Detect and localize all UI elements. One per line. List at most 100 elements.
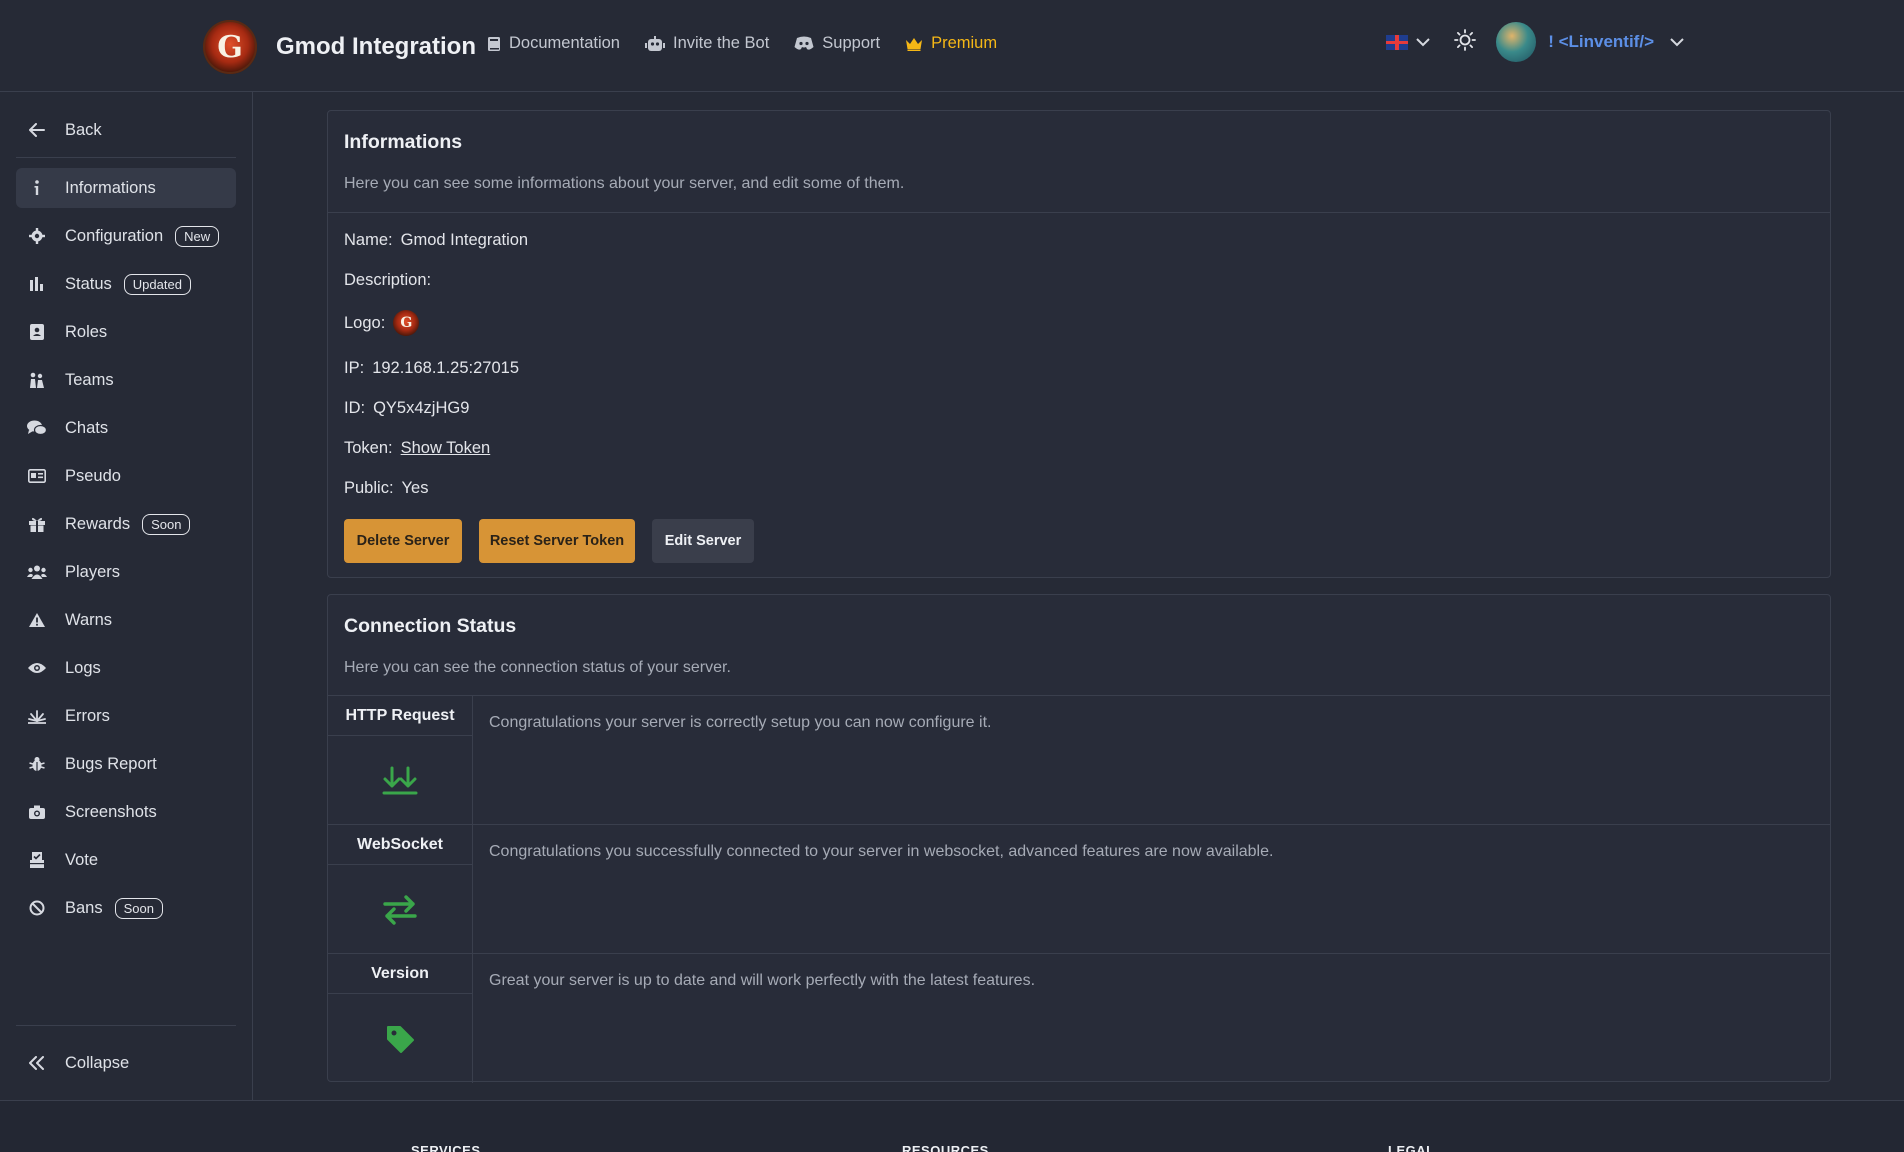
informations-title: Informations — [344, 131, 463, 153]
username: ! <Linventif/> — [1548, 32, 1654, 51]
collapse-button[interactable]: Collapse — [16, 1043, 236, 1083]
sidebar-item-label: Warns — [65, 610, 113, 629]
uk-flag-icon — [1386, 34, 1409, 50]
name-card-icon — [27, 469, 47, 483]
people-icon — [27, 372, 47, 388]
reset-token-button[interactable]: Reset Server Token — [479, 519, 635, 563]
connection-subtitle: Here you can see the connection status o… — [344, 659, 731, 676]
crown-icon — [905, 37, 923, 51]
sidebar-item-label: Configuration — [65, 226, 164, 245]
footer-heading-resources: RESOURCES — [902, 1143, 989, 1152]
logo-label: Logo: — [344, 313, 386, 332]
language-selector[interactable] — [1386, 34, 1430, 50]
soon-badge: Soon — [114, 897, 163, 919]
sidebar-item-warns[interactable]: Warns — [16, 600, 236, 640]
sidebar-item-label: Pseudo — [65, 466, 121, 485]
show-token-link[interactable]: Show Token — [401, 439, 491, 458]
brand[interactable]: G Gmod Integration — [203, 20, 476, 74]
status-label: Version — [328, 954, 473, 994]
sidebar-item-vote[interactable]: Vote — [16, 840, 236, 880]
bug-icon — [27, 756, 47, 772]
sidebar-item-bans[interactable]: Bans Soon — [16, 888, 236, 928]
back-button[interactable]: Back — [16, 110, 236, 150]
footer: SERVICES RESOURCES LEGAL — [0, 1100, 1904, 1152]
double-down-arrow-icon — [328, 736, 473, 825]
sidebar-item-label: Bans — [65, 898, 103, 917]
status-label: WebSocket — [328, 825, 473, 865]
sidebar-item-label: Informations — [65, 178, 156, 197]
nav-premium[interactable]: Premium — [905, 34, 997, 53]
sidebar-item-screenshots[interactable]: Screenshots — [16, 792, 236, 832]
sidebar-item-label: Bugs Report — [65, 754, 157, 773]
id-label: ID: — [344, 399, 366, 417]
nav-support[interactable]: Support — [794, 34, 880, 53]
status-row-http: HTTP Request Congratulations your server… — [328, 695, 1830, 825]
eye-icon — [27, 662, 47, 674]
sidebar-item-status[interactable]: Status Updated — [16, 264, 236, 304]
robot-icon — [644, 35, 665, 52]
connection-status-card: Connection Status Here you can see the c… — [327, 594, 1831, 1083]
id-value: QY5x4zjHG9 — [373, 399, 470, 417]
sidebar-item-label: Logs — [65, 658, 101, 677]
delete-server-button[interactable]: Delete Server — [344, 519, 462, 563]
burst-icon — [27, 708, 47, 724]
main-nav: Documentation Invite the Bot Support Pre… — [487, 34, 1022, 53]
nav-documentation-label: Documentation — [509, 34, 620, 52]
theme-toggle[interactable] — [1454, 28, 1477, 56]
footer-heading-legal: LEGAL — [1388, 1143, 1435, 1152]
warning-icon — [27, 613, 47, 627]
edit-server-button[interactable]: Edit Server — [652, 519, 754, 563]
sidebar-item-errors[interactable]: Errors — [16, 696, 236, 736]
double-chevron-left-icon — [27, 1056, 47, 1070]
sidebar-item-rewards[interactable]: Rewards Soon — [16, 504, 236, 544]
header-actions: ! <Linventif/> — [1386, 22, 1684, 62]
nav-documentation[interactable]: Documentation — [487, 34, 620, 53]
camera-icon — [27, 805, 47, 819]
arrow-left-icon — [27, 123, 47, 137]
ip-value: 192.168.1.25:27015 — [372, 359, 519, 377]
sidebar-item-label: Errors — [65, 706, 110, 725]
status-row-version: Version Great your server is up to date … — [328, 953, 1830, 1083]
server-id-field: ID: QY5x4zjHG9 — [344, 399, 469, 418]
app-title[interactable]: Gmod Integration — [276, 33, 476, 61]
tag-icon — [328, 994, 473, 1083]
sidebar-item-label: Screenshots — [65, 802, 157, 821]
server-logo: G — [393, 310, 420, 336]
sidebar-item-informations[interactable]: Informations — [16, 168, 236, 208]
soon-badge: Soon — [142, 513, 191, 535]
sidebar-item-teams[interactable]: Teams — [16, 360, 236, 400]
top-header: G Gmod Integration Documentation Invite … — [0, 0, 1904, 92]
exchange-arrows-icon — [328, 865, 473, 954]
sidebar-item-logs[interactable]: Logs — [16, 648, 236, 688]
bar-chart-icon — [27, 277, 47, 291]
nav-support-label: Support — [822, 34, 881, 52]
card-divider — [328, 212, 1830, 213]
sidebar-item-chats[interactable]: Chats — [16, 408, 236, 448]
sidebar-item-configuration[interactable]: Configuration New — [16, 216, 236, 256]
sidebar-item-roles[interactable]: Roles — [16, 312, 236, 352]
sidebar-item-label: Roles — [65, 322, 108, 341]
server-token-field: Token: Show Token — [344, 439, 490, 458]
chat-bubbles-icon — [27, 420, 47, 436]
gift-icon — [27, 516, 47, 532]
sidebar-item-label: Status — [65, 274, 112, 293]
nav-premium-label: Premium — [931, 34, 998, 52]
footer-heading-services: SERVICES — [411, 1143, 481, 1152]
ban-icon — [27, 900, 47, 916]
info-icon — [27, 180, 47, 196]
id-card-icon — [27, 324, 47, 340]
server-public-field: Public: Yes — [344, 479, 428, 498]
user-menu[interactable]: ! <Linventif/> — [1496, 22, 1684, 62]
public-value: Yes — [401, 479, 429, 497]
sidebar-item-players[interactable]: Players — [16, 552, 236, 592]
name-value: Gmod Integration — [400, 231, 529, 249]
sidebar-item-bugs-report[interactable]: Bugs Report — [16, 744, 236, 784]
sidebar-item-label: Vote — [65, 850, 99, 869]
nav-invite-bot[interactable]: Invite the Bot — [644, 34, 770, 53]
app-logo[interactable]: G — [203, 20, 257, 74]
ip-label: IP: — [344, 359, 365, 377]
nav-invite-bot-label: Invite the Bot — [672, 34, 770, 52]
gear-icon — [27, 228, 47, 244]
status-message: Great your server is up to date and will… — [489, 972, 1036, 989]
sidebar-item-pseudo[interactable]: Pseudo — [16, 456, 236, 496]
